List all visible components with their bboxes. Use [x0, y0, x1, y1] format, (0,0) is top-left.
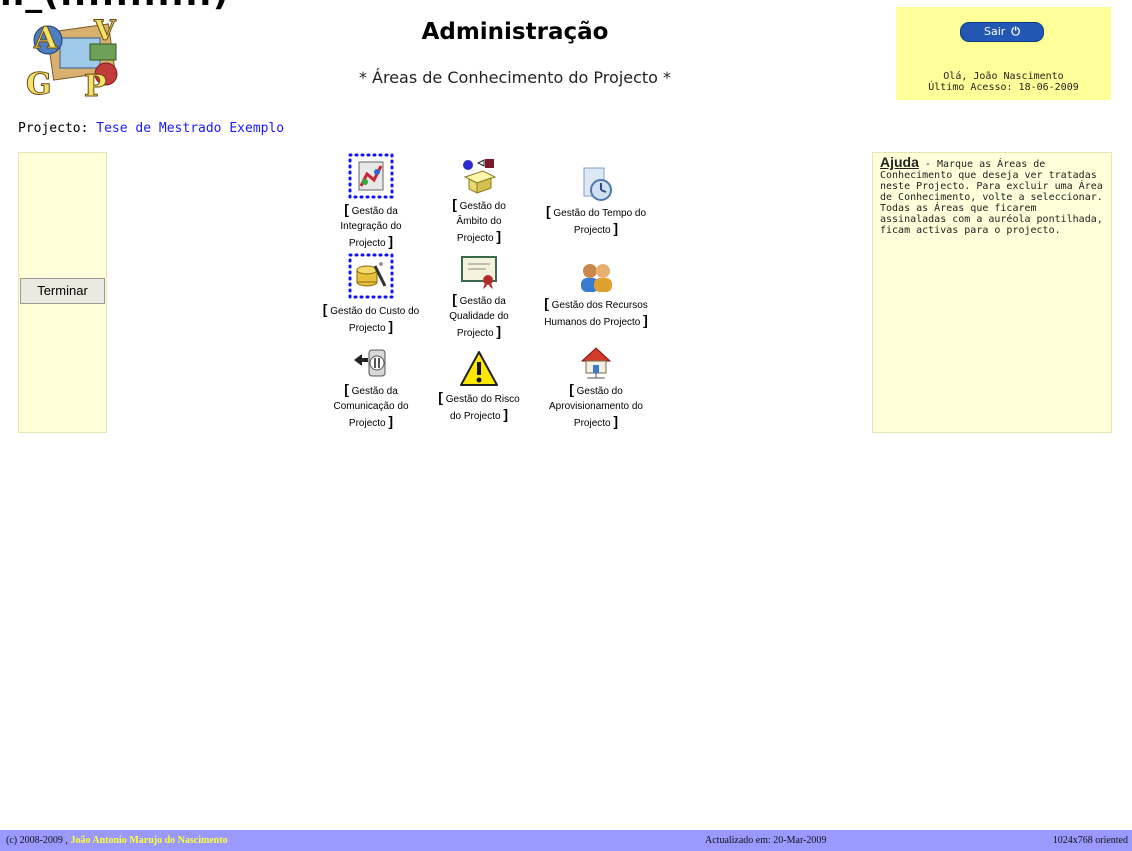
communication-icon — [354, 349, 386, 377]
project-label: Projecto: — [18, 121, 89, 136]
left-action-panel: Terminar — [18, 152, 107, 433]
ka-human-resources-l1: Gestão dos Recursos — [551, 300, 648, 311]
logo-letter-g: G — [26, 67, 52, 100]
page-title: Administração — [421, 19, 609, 45]
ka-communication[interactable]: [ Gestão da Comunicação do Projecto ] — [316, 346, 426, 431]
ka-integration-l3: Projecto — [348, 238, 386, 249]
ka-scope-l3: Projecto — [456, 233, 494, 244]
warning-icon — [460, 351, 498, 386]
copyright-text: (c) 2008-2009 , — [6, 835, 68, 846]
ka-time-l2: Projecto — [573, 225, 611, 236]
ka-procurement-l3: Projecto — [573, 418, 611, 429]
footer-updated: Actualizado em: 20-Mar-2009 — [705, 835, 827, 846]
ka-quality-l3: Projecto — [456, 328, 494, 339]
ka-quality-l2: Qualidade do — [449, 311, 509, 322]
ka-human-resources-l2: Humanos do Projecto — [544, 317, 641, 328]
integration-icon — [348, 153, 394, 199]
cost-coins-icon — [348, 253, 394, 299]
scope-box-icon — [463, 159, 497, 194]
last-access-text: Último Acesso: 18-06-2009 — [928, 82, 1079, 93]
people-icon — [581, 264, 612, 292]
user-greeting: Olá, João Nascimento Último Acesso: 18-0… — [896, 71, 1111, 93]
ka-integration[interactable]: [ Gestão da Integração do Projecto ] — [316, 152, 426, 251]
logo-letter-p: P — [84, 69, 107, 100]
logout-button[interactable]: Sair ⏻ — [960, 22, 1044, 42]
author-link[interactable]: João Antonio Marujo do Nascimento — [70, 835, 227, 846]
clock-document-icon — [583, 167, 612, 201]
power-icon: ⏻ — [1011, 25, 1020, 38]
logo-letter-a: A — [33, 21, 58, 56]
user-info-box: Sair ⏻ Olá, João Nascimento Último Acesso… — [896, 7, 1111, 100]
certificate-icon — [461, 256, 497, 289]
ka-communication-l1: Gestão da — [351, 386, 398, 397]
ka-quality[interactable]: [ Gestão da Qualidade do Projecto ] — [424, 254, 534, 341]
ka-quality-l1: Gestão da — [459, 296, 506, 307]
project-line: Projecto: Tese de Mestrado Exemplo — [18, 121, 284, 136]
house-network-icon — [580, 347, 612, 379]
ka-cost-l1: Gestão do Custo do — [330, 306, 420, 317]
ka-procurement-l2: Aprovisionamento do — [549, 401, 643, 412]
ka-scope-l2: Âmbito do — [456, 216, 502, 227]
finish-button[interactable]: Terminar — [20, 278, 105, 304]
footer-resolution: 1024x768 oriented — [1052, 835, 1128, 846]
ka-risk-l1: Gestão do Risco — [445, 394, 520, 405]
ka-communication-l2: Comunicação do — [333, 401, 409, 412]
ka-procurement[interactable]: [ Gestão do Aprovisionamento do Projecto… — [532, 346, 660, 431]
help-panel: Ajuda - Marque as Áreas de Conhecimento … — [872, 152, 1112, 433]
ka-communication-l3: Projecto — [348, 418, 386, 429]
ka-time[interactable]: [ Gestão do Tempo do Projecto ] — [532, 166, 660, 238]
help-title: Ajuda — [880, 154, 919, 170]
help-text: - Marque as Áreas de Conhecimento que de… — [880, 159, 1103, 236]
ka-risk-l2: do Projecto — [449, 411, 501, 422]
project-name-link[interactable]: Tese de Mestrado Exemplo — [96, 121, 284, 136]
greeting-text: Olá, João Nascimento — [943, 71, 1064, 82]
footer: (c) 2008-2009 , João Antonio Marujo do N… — [0, 830, 1132, 851]
page-subtitle: * Áreas de Conhecimento do Projecto * — [358, 68, 672, 87]
help-content: Ajuda - Marque as Áreas de Conhecimento … — [880, 154, 1105, 236]
ka-risk[interactable]: [ Gestão do Risco do Projecto ] — [424, 350, 534, 424]
ka-integration-l2: Integração do — [340, 221, 402, 232]
ka-integration-l1: Gestão da — [351, 206, 398, 217]
ka-scope[interactable]: [ Gestão do Âmbito do Projecto ] — [424, 157, 534, 246]
ka-procurement-l1: Gestão do — [576, 386, 623, 397]
logo-letter-v: V — [93, 14, 117, 47]
avgp-logo: A V G P — [20, 10, 138, 105]
ka-scope-l1: Gestão do — [459, 201, 506, 212]
ka-time-l1: Gestão do Tempo do — [553, 208, 647, 219]
logout-label: Sair — [983, 25, 1006, 38]
ka-human-resources[interactable]: [ Gestão dos Recursos Humanos do Project… — [532, 260, 660, 330]
ka-cost-l2: Projecto — [348, 323, 386, 334]
footer-copyright: (c) 2008-2009 , João Antonio Marujo do N… — [6, 830, 228, 851]
ka-cost[interactable]: [ Gestão do Custo do Projecto ] — [314, 252, 428, 336]
